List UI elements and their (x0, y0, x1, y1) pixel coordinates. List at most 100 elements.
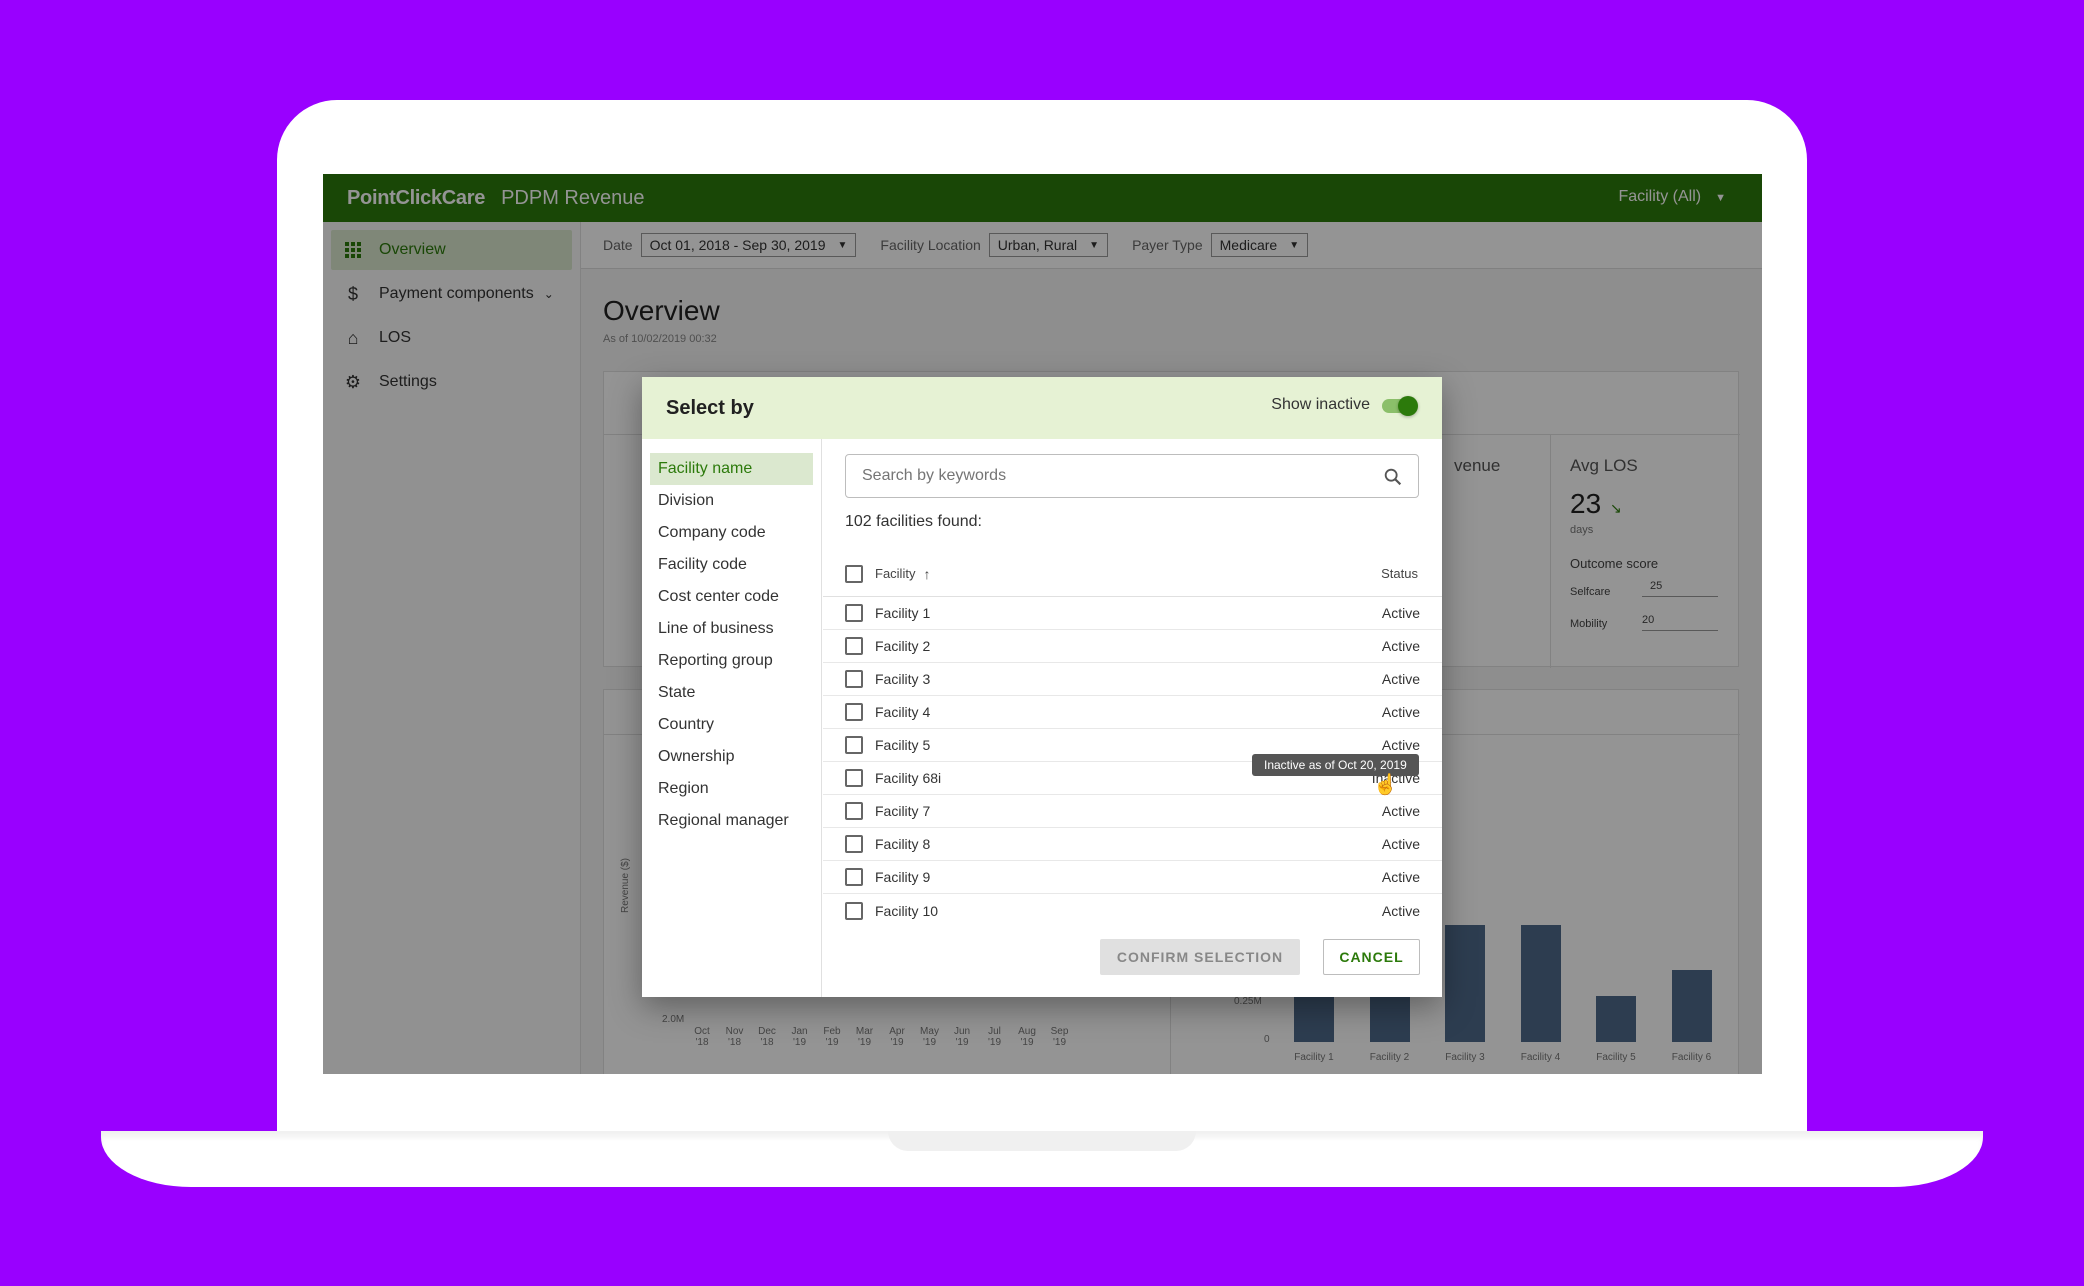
option-company-code[interactable]: Company code (650, 517, 813, 549)
sidebar-item-settings[interactable]: ⚙ Settings (331, 362, 572, 402)
app-screen: PointClickCare PDPM Revenue Facility (Al… (323, 174, 1762, 1074)
table-row[interactable]: Facility 8 Active (823, 828, 1442, 861)
house-clock-icon: ⌂ (347, 327, 359, 348)
show-inactive-toggle[interactable] (1382, 396, 1418, 416)
facility-bar (1445, 925, 1485, 1042)
table-row[interactable]: Facility 7 Active (823, 795, 1442, 828)
row-checkbox[interactable] (845, 670, 863, 688)
caret-down-icon: ▼ (837, 239, 848, 251)
dollar-icon: $ (347, 283, 358, 304)
search-input[interactable] (862, 467, 1342, 485)
x-tick-label: Facility 1 (1294, 1052, 1334, 1063)
table-row[interactable]: Facility 9 Active (823, 861, 1442, 894)
app-title: PDPM Revenue (501, 186, 645, 209)
option-reporting-group[interactable]: Reporting group (650, 645, 813, 677)
option-state[interactable]: State (650, 677, 813, 709)
location-filter-label: Facility Location (880, 237, 981, 253)
selfcare-label: Selfcare (1570, 586, 1611, 598)
table-row[interactable]: Facility 2 Active (823, 630, 1442, 663)
x-tick-label: Facility 5 (1596, 1052, 1636, 1063)
table-row[interactable]: Facility 1 Active (823, 597, 1442, 630)
facility-name: Facility 1 (875, 605, 931, 621)
option-ownership[interactable]: Ownership (650, 741, 813, 773)
column-header-facility[interactable]: Facility (875, 566, 915, 581)
show-inactive-toggle-group: Show inactive (1271, 396, 1418, 416)
laptop-base (101, 1131, 1983, 1187)
table-row[interactable]: Facility 4 Active (823, 696, 1442, 729)
location-filter-value: Urban, Rural (997, 237, 1078, 253)
facility-status: Active (1381, 671, 1420, 687)
results-count: 102 facilities found: (845, 513, 982, 530)
facility-status: Active (1381, 605, 1420, 621)
facility-status: Active (1381, 638, 1420, 654)
option-country[interactable]: Country (650, 709, 813, 741)
row-checkbox[interactable] (845, 802, 863, 820)
search-box (845, 454, 1419, 498)
dialog-title: Select by (666, 396, 754, 419)
sidebar-item-payment-components[interactable]: $ Payment components ⌄ (331, 274, 572, 314)
avg-los-label: Avg LOS (1570, 456, 1638, 475)
row-checkbox[interactable] (845, 769, 863, 787)
confirm-selection-button[interactable]: CONFIRM SELECTION (1100, 939, 1300, 975)
filter-bar: Date Oct 01, 2018 - Sep 30, 2019 ▼ Facili… (581, 222, 1762, 269)
sidebar-item-label: LOS (379, 329, 412, 346)
facility-table: Facility ↑ Status Facility 1 Active Facil… (823, 551, 1442, 927)
mobility-value: 20 (1642, 614, 1655, 626)
facility-bar (1596, 996, 1636, 1042)
show-inactive-label: Show inactive (1271, 396, 1370, 413)
facility-bar (1520, 925, 1561, 1042)
option-division[interactable]: Division (650, 485, 813, 517)
row-checkbox[interactable] (845, 868, 863, 886)
x-tick-label: Sep '19 (1050, 1026, 1069, 1048)
select-all-checkbox[interactable] (845, 564, 863, 583)
column-header-status[interactable]: Status (1381, 566, 1418, 581)
x-tick-label: Facility 2 (1369, 1052, 1410, 1063)
facility-name: Facility 8 (875, 836, 931, 852)
facility-status: Active (1381, 737, 1420, 753)
cancel-button[interactable]: CANCEL (1323, 939, 1420, 975)
facility-name: Facility 68i (875, 770, 942, 786)
location-filter-select[interactable]: Urban, Rural ▼ (988, 233, 1109, 257)
sidebar-item-los[interactable]: ⌂ LOS (331, 318, 572, 358)
facility-status: Active (1381, 869, 1420, 885)
option-regional-manager[interactable]: Regional manager (650, 805, 813, 837)
facility-selector[interactable]: Facility (All) ▼ (1618, 188, 1726, 206)
search-icon[interactable] (1382, 466, 1404, 488)
payer-filter-select[interactable]: Medicare ▼ (1210, 233, 1309, 257)
grid-icon (343, 240, 363, 260)
laptop-notch (888, 1131, 1196, 1151)
facility-selector-label: Facility (All) (1618, 188, 1702, 205)
row-checkbox[interactable] (845, 703, 863, 721)
dialog-header: Select by Show inactive (642, 377, 1442, 439)
x-tick-label: Facility 4 (1520, 1052, 1561, 1063)
row-checkbox[interactable] (845, 637, 863, 655)
table-row[interactable]: Facility 3 Active (823, 663, 1442, 696)
row-checkbox[interactable] (845, 835, 863, 853)
y-tick-label: 2.0M (662, 1014, 685, 1025)
row-checkbox[interactable] (845, 604, 863, 622)
dialog-actions: CONFIRM SELECTION CANCEL (823, 939, 1442, 997)
caret-down-icon: ▼ (1289, 239, 1300, 251)
option-cost-center-code[interactable]: Cost center code (650, 581, 813, 613)
table-row[interactable]: Facility 10 Active (823, 894, 1442, 927)
row-checkbox[interactable] (845, 901, 863, 920)
option-facility-code[interactable]: Facility code (650, 549, 813, 581)
option-region[interactable]: Region (650, 773, 813, 805)
facility-status: Active (1381, 704, 1420, 720)
date-filter-select[interactable]: Oct 01, 2018 - Sep 30, 2019 ▼ (640, 233, 857, 257)
mobility-label: Mobility (1570, 618, 1608, 630)
selfcare-value: 25 (1650, 580, 1663, 592)
sidebar-item-overview[interactable]: Overview (331, 230, 572, 270)
sidebar-item-label: Overview (379, 241, 446, 258)
payer-filter-value: Medicare (1219, 237, 1278, 253)
option-facility-name[interactable]: Facility name (650, 453, 813, 485)
date-filter-value: Oct 01, 2018 - Sep 30, 2019 (649, 237, 826, 253)
outcome-score-label: Outcome score (1570, 556, 1659, 571)
row-checkbox[interactable] (845, 736, 863, 754)
facility-name: Facility 5 (875, 737, 931, 753)
option-line-of-business[interactable]: Line of business (650, 613, 813, 645)
x-tick-label: Facility 6 (1671, 1052, 1712, 1063)
facility-name: Facility 10 (875, 902, 939, 919)
facility-name: Facility 7 (875, 803, 931, 819)
sort-ascending-icon[interactable]: ↑ (923, 566, 930, 582)
